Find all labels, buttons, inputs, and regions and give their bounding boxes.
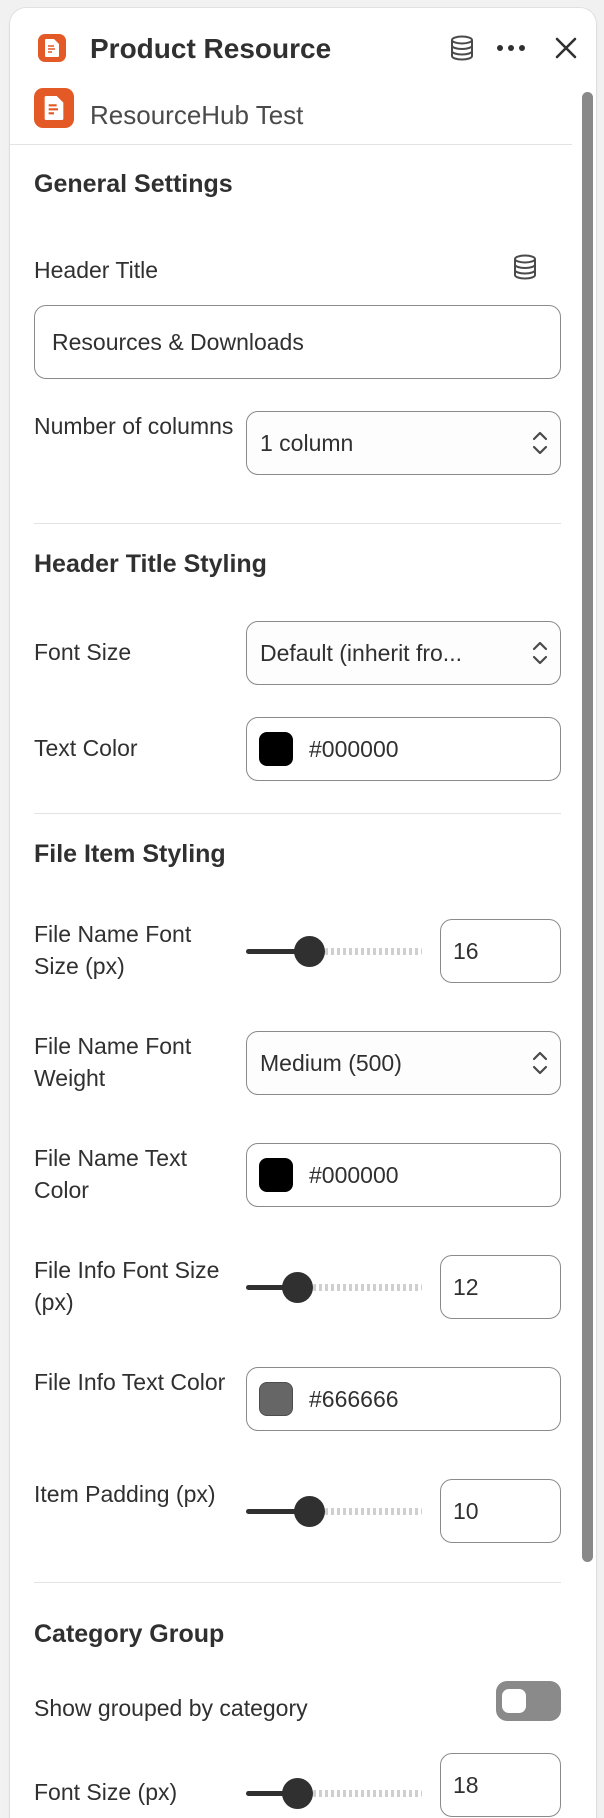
header-divider bbox=[10, 144, 572, 145]
dynamic-source-button[interactable] bbox=[511, 253, 539, 286]
file-info-color-field[interactable]: #666666 bbox=[246, 1367, 561, 1431]
columns-select[interactable]: 1 column bbox=[246, 411, 561, 475]
file-info-size-value: 12 bbox=[453, 1273, 479, 1300]
file-name-color-value: #000000 bbox=[309, 1161, 399, 1188]
file-info-color-label: File Info Text Color bbox=[34, 1369, 226, 1395]
color-swatch[interactable] bbox=[259, 1158, 293, 1192]
database-button[interactable] bbox=[444, 30, 480, 66]
file-name-size-value: 16 bbox=[453, 937, 479, 964]
file-name-color-label: File Name Text Color bbox=[34, 1145, 187, 1203]
file-info-size-input[interactable]: 12 bbox=[440, 1255, 561, 1319]
select-chevron-icon bbox=[520, 430, 560, 456]
close-button[interactable] bbox=[548, 30, 584, 66]
resourcehub-app-icon bbox=[34, 88, 74, 128]
file-info-size-slider[interactable] bbox=[246, 1271, 422, 1303]
section-divider bbox=[34, 1582, 561, 1583]
header-text-color-value: #000000 bbox=[309, 735, 399, 762]
slider-thumb[interactable] bbox=[294, 936, 325, 967]
category-font-size-input[interactable]: 18 bbox=[440, 1753, 561, 1817]
select-chevron-icon bbox=[520, 1050, 560, 1076]
slider-thumb[interactable] bbox=[282, 1778, 313, 1809]
header-text-color-field[interactable]: #000000 bbox=[246, 717, 561, 781]
scrollbar[interactable] bbox=[582, 92, 593, 1562]
file-name-weight-label: File Name Font Weight bbox=[34, 1033, 192, 1091]
section-title-header-styling: Header Title Styling bbox=[34, 550, 267, 578]
file-name-color-field[interactable]: #000000 bbox=[246, 1143, 561, 1207]
category-font-size-label: Font Size (px) bbox=[34, 1779, 178, 1805]
file-name-weight-select[interactable]: Medium (500) bbox=[246, 1031, 561, 1095]
database-icon bbox=[514, 254, 536, 280]
toggle-knob bbox=[502, 1689, 526, 1713]
section-title-category: Category Group bbox=[34, 1620, 225, 1648]
app-name: ResourceHub Test bbox=[90, 100, 304, 130]
file-name-weight-value: Medium (500) bbox=[260, 1049, 402, 1076]
database-icon bbox=[451, 35, 473, 61]
document-app-icon bbox=[38, 34, 66, 62]
slider-thumb[interactable] bbox=[282, 1272, 313, 1303]
panel-title: Product Resource bbox=[90, 33, 332, 64]
grouped-by-category-label: Show grouped by category bbox=[34, 1695, 308, 1721]
close-icon bbox=[555, 37, 577, 59]
select-chevron-icon bbox=[520, 640, 560, 666]
file-name-size-label: File Name Font Size (px) bbox=[34, 921, 192, 979]
header-title-label: Header Title bbox=[34, 257, 159, 283]
columns-label: Number of columns bbox=[34, 413, 234, 439]
color-swatch[interactable] bbox=[259, 732, 293, 766]
more-horizontal-icon bbox=[497, 45, 525, 51]
slider-thumb[interactable] bbox=[294, 1496, 325, 1527]
item-padding-input[interactable]: 10 bbox=[440, 1479, 561, 1543]
item-padding-slider[interactable] bbox=[246, 1495, 422, 1527]
panel-header: Product Resource bbox=[10, 8, 596, 88]
file-info-size-label: File Info Font Size (px) bbox=[34, 1257, 220, 1315]
category-font-size-slider[interactable] bbox=[246, 1777, 422, 1809]
header-title-input[interactable]: Resources & Downloads bbox=[34, 305, 561, 379]
category-font-size-value: 18 bbox=[453, 1771, 479, 1798]
header-font-size-value: Default (inherit fro... bbox=[260, 639, 462, 666]
file-name-size-slider[interactable] bbox=[246, 935, 422, 967]
section-title-file-item: File Item Styling bbox=[34, 840, 226, 868]
more-button[interactable] bbox=[493, 30, 529, 66]
color-swatch[interactable] bbox=[259, 1382, 293, 1416]
header-font-size-select[interactable]: Default (inherit fro... bbox=[246, 621, 561, 685]
settings-panel: Product Resource ResourceHub Test Genera… bbox=[10, 8, 596, 1818]
header-title-value: Resources & Downloads bbox=[52, 328, 304, 355]
item-padding-value: 10 bbox=[453, 1497, 479, 1524]
section-divider bbox=[34, 813, 561, 814]
file-info-color-value: #666666 bbox=[309, 1385, 399, 1412]
columns-value: 1 column bbox=[260, 429, 354, 456]
header-text-color-label: Text Color bbox=[34, 735, 138, 761]
item-padding-label: Item Padding (px) bbox=[34, 1481, 216, 1507]
grouped-by-category-toggle[interactable] bbox=[496, 1681, 561, 1721]
header-font-size-label: Font Size bbox=[34, 639, 132, 665]
file-name-size-input[interactable]: 16 bbox=[440, 919, 561, 983]
section-divider bbox=[34, 523, 561, 524]
section-title-general: General Settings bbox=[34, 170, 233, 198]
